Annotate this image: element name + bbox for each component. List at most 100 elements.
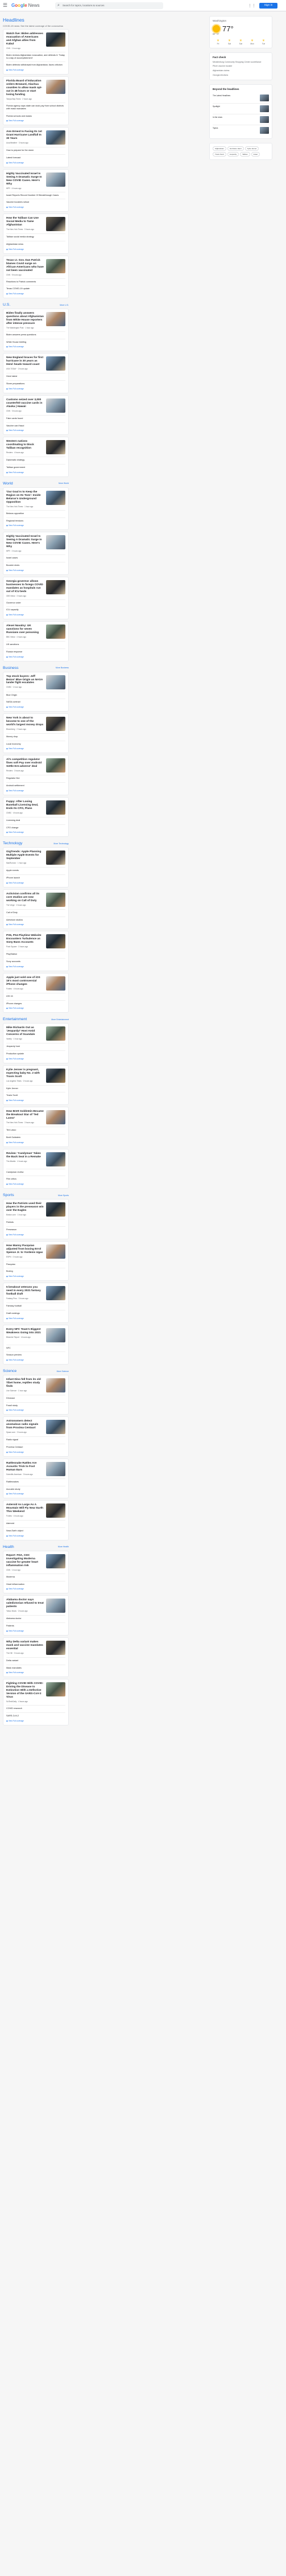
related-story[interactable]: Alabama doctor [6, 1615, 65, 1620]
related-story-title[interactable]: Activision studios [6, 919, 65, 922]
related-story-title[interactable]: ICU capacity [6, 609, 65, 611]
related-story[interactable]: Belarus opposition [6, 510, 65, 515]
story-title[interactable]: Report: FDA, CDC Investigating Moderna v… [6, 1554, 44, 1568]
full-coverage-link[interactable]: ▣ View Full coverage [6, 656, 65, 658]
fact-check-item[interactable]: Georgia elections [213, 74, 269, 77]
story-main[interactable]: GigTrends: Apple Planning Multiple Apple… [6, 851, 65, 865]
related-story[interactable]: Blue Origin [6, 691, 65, 697]
related-story-title[interactable]: Heart inflammation [6, 1583, 65, 1586]
full-coverage-link[interactable]: ▣ View Full coverage [6, 614, 65, 616]
story-main[interactable]: Review: 'Candyman' Takes the Back Seat i… [6, 1152, 65, 1166]
related-story[interactable]: Travis Scott [6, 1092, 65, 1097]
search-input[interactable]: Search for topics, locations & sources [55, 2, 163, 9]
story-card[interactable]: Highly Vaccinated Israel Is Seeing A Dra… [3, 169, 69, 212]
story-card[interactable]: Ann Ernest Is Facing Its 1st Grant Hurri… [3, 127, 69, 167]
menu-icon[interactable]: ☰ [3, 3, 8, 8]
related-story[interactable]: Henri latest [6, 373, 65, 378]
story-thumbnail[interactable] [46, 1068, 65, 1083]
story-title[interactable]: Alexei Navalny: UK sanctions for seven R… [6, 625, 44, 635]
story-card[interactable]: Kylie Jenner is pregnant, expecting baby… [3, 1065, 69, 1106]
related-story-title[interactable]: Money drop [6, 736, 65, 738]
related-story-title[interactable]: Asteroid [6, 1522, 65, 1525]
related-story-title[interactable]: Apple events [6, 869, 65, 872]
related-story[interactable]: Film critics [6, 1176, 65, 1181]
related-story-title[interactable]: Rattlesnakes [6, 1481, 65, 1484]
story-card[interactable]: PS5, PS4 Playtime Website Encounters Tur… [3, 931, 69, 971]
story-title[interactable]: Florida Board of Education orders Browar… [6, 80, 44, 97]
section-title[interactable]: Sports [3, 1193, 14, 1197]
related-story-title[interactable]: iPhone launch [6, 877, 65, 880]
story-thumbnail[interactable] [46, 80, 65, 95]
related-story[interactable]: CFO change [6, 824, 65, 829]
related-story-title[interactable]: Sony accounts [6, 960, 65, 963]
story-title[interactable]: Georgia governor allows businesses to fo… [6, 580, 44, 594]
full-coverage-link[interactable]: ▣ View Full coverage [6, 1183, 65, 1185]
related-story[interactable]: NASA contract [6, 699, 65, 704]
related-story[interactable]: Heart inflammation [6, 1580, 65, 1586]
related-story[interactable]: White House briefing [6, 338, 65, 344]
related-story[interactable]: Licensing deal [6, 816, 65, 822]
topic-chip[interactable]: Taliban [240, 151, 250, 157]
story-thumbnail[interactable] [46, 130, 65, 145]
full-coverage-link[interactable]: ▣ View Full coverage [6, 923, 65, 926]
related-story-title[interactable]: NFC [6, 1347, 65, 1350]
related-story-title[interactable]: Governor order [6, 602, 65, 605]
related-story[interactable]: Jeopardy host [6, 1043, 65, 1048]
story-title[interactable]: How the Taliban Can Use Social Media to … [6, 217, 44, 227]
story-title[interactable]: 5 breakout veterans you need in every 20… [6, 1286, 44, 1296]
story-main[interactable]: Top stock buyers: Jeff Bezos' Blue Origi… [6, 675, 65, 689]
story-main[interactable]: Kylie Jenner is pregnant, expecting baby… [6, 1068, 65, 1083]
story-card[interactable]: Biden finally answers questions about Af… [3, 309, 69, 352]
related-story-title[interactable]: Regional tensions [6, 520, 65, 523]
story-thumbnail[interactable] [46, 398, 65, 413]
story-title[interactable]: Top stock buyers: Jeff Bezos' Blue Origi… [6, 675, 44, 685]
story-card[interactable]: GigTrends: Apple Planning Multiple Apple… [3, 847, 69, 888]
story-title[interactable]: Why Delta variant makes mask and vaccine… [6, 1641, 44, 1651]
story-thumbnail[interactable] [46, 851, 65, 865]
story-title[interactable]: Astronomers detect anomalous radio signa… [6, 1420, 44, 1430]
related-story[interactable]: iPhone changes [6, 1000, 65, 1005]
story-thumbnail[interactable] [46, 356, 65, 371]
story-card[interactable]: Asteroid As Large As A Mountain Will Fly… [3, 1500, 69, 1540]
related-story-title[interactable]: NASA contract [6, 701, 65, 704]
story-title[interactable]: Kylie Jenner is pregnant, expecting baby… [6, 1069, 44, 1079]
related-story-title[interactable]: Candyman review [6, 1171, 65, 1174]
related-story[interactable]: Mask mandates [6, 1664, 65, 1670]
related-story[interactable]: Governor order [6, 599, 65, 605]
related-story[interactable]: Afghanistan news [6, 240, 65, 246]
topic-chip[interactable]: Afghanistan [213, 146, 226, 151]
related-story-title[interactable]: Travis Scott [6, 1094, 65, 1097]
story-thumbnail[interactable] [46, 1152, 65, 1166]
section-title[interactable]: Health [3, 1545, 14, 1549]
full-coverage-link[interactable]: ▣ View Full coverage [6, 524, 65, 527]
related-story-title[interactable]: Pacquiao [6, 1263, 65, 1266]
story-title[interactable]: Activision confirms all its core studios… [6, 893, 44, 903]
story-title[interactable]: Every NFC Team's Biggest Weakness Going … [6, 1328, 44, 1335]
full-coverage-link[interactable]: ▣ View Full coverage [6, 471, 65, 474]
related-story[interactable]: Call of Duty [6, 909, 65, 914]
story-thumbnail[interactable] [46, 32, 65, 47]
full-coverage-link[interactable]: ▣ View Full coverage [6, 1058, 65, 1060]
related-story-title[interactable]: Biden reviews Afghanistan evacuation, an… [6, 54, 65, 59]
section-more-link[interactable]: More Business [56, 667, 69, 669]
story-thumbnail[interactable] [46, 758, 65, 773]
related-story[interactable]: Draft rankings [6, 1309, 65, 1315]
story-thumbnail[interactable] [46, 535, 65, 550]
story-thumbnail[interactable] [46, 580, 65, 594]
related-story[interactable]: Fossil study [6, 1402, 65, 1407]
related-story[interactable]: ICU capacity [6, 606, 65, 611]
story-card[interactable]: 'Our Goal Is to Keep the Region on Its T… [3, 487, 69, 531]
related-story-title[interactable]: Latest forecast [6, 157, 65, 159]
story-card[interactable]: Al's competition regulator fines soft Pa… [3, 755, 69, 795]
story-thumbnail[interactable] [46, 976, 65, 991]
related-story[interactable]: Storm preparations [6, 380, 65, 385]
story-thumbnail[interactable] [46, 172, 65, 187]
related-story[interactable]: Moderna [6, 1573, 65, 1579]
related-story-title[interactable]: Call of Duty [6, 911, 65, 914]
story-card[interactable]: Highly Vaccinated Israel Is Seeing A Dra… [3, 532, 69, 575]
sign-in-button[interactable]: Sign in [259, 3, 277, 9]
related-story[interactable]: Radio signal [6, 1436, 65, 1441]
related-story-title[interactable]: Florida agency says state can dock pay f… [6, 105, 65, 110]
story-thumbnail[interactable] [46, 1682, 65, 1697]
full-coverage-link[interactable]: ▣ View Full coverage [6, 1234, 65, 1236]
